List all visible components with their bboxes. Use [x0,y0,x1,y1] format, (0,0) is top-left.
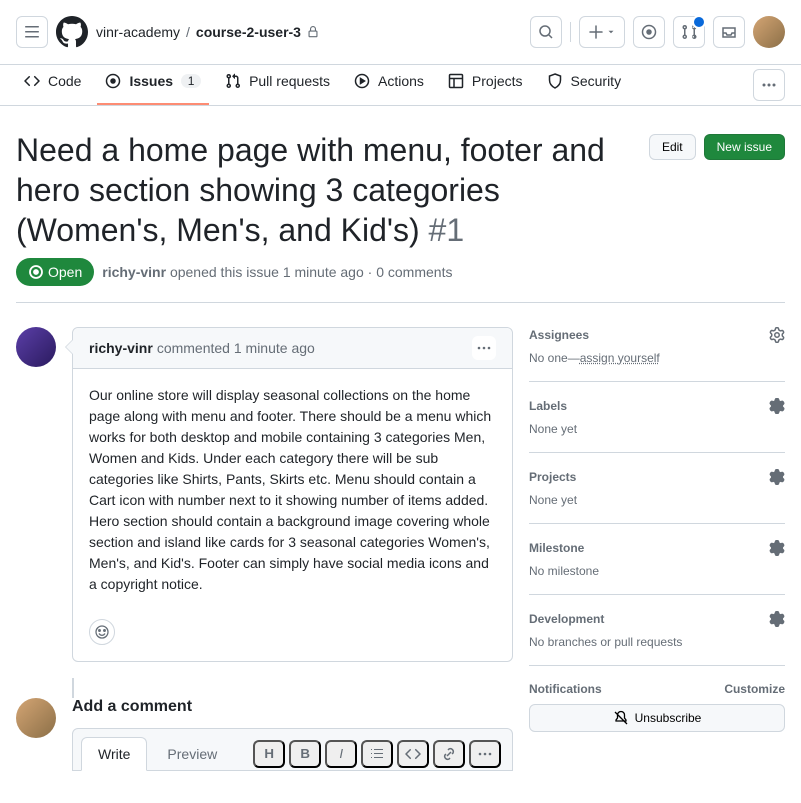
breadcrumb-owner[interactable]: vinr-academy [96,24,180,40]
issues-icon-button[interactable] [633,16,665,48]
assignees-value: No one—assign yourself [529,351,785,365]
timeline: richy-vinr commented 1 minute ago Our on… [16,327,513,771]
pull-requests-icon-button[interactable] [673,16,705,48]
tab-projects[interactable]: Projects [440,65,531,105]
comment-menu-button[interactable] [472,336,496,360]
assignees-heading: Assignees [529,328,589,342]
inbox-button[interactable] [713,16,745,48]
app-header: vinr-academy / course-2-user-3 [0,0,801,65]
more-tabs-button[interactable] [753,69,785,101]
more-tools-button[interactable] [469,740,501,768]
milestone-value: No milestone [529,564,785,578]
tab-security-label: Security [571,73,622,89]
projects-heading: Projects [529,470,576,484]
state-badge: Open [16,258,94,286]
hamburger-menu-button[interactable] [16,16,48,48]
user-avatar[interactable] [753,16,785,48]
labels-value: None yet [529,422,785,436]
customize-link[interactable]: Customize [724,682,785,696]
development-value: No branches or pull requests [529,635,785,649]
comment-editor-tabs: Write Preview H B I [72,728,513,771]
preview-tab[interactable]: Preview [151,738,233,770]
code-tool-icon[interactable] [397,740,429,768]
gear-icon[interactable] [769,540,785,556]
tab-pulls-label: Pull requests [249,73,330,89]
new-issue-button[interactable]: New issue [704,134,785,160]
add-reaction-button[interactable] [89,619,115,645]
my-avatar[interactable] [16,698,56,738]
projects-value: None yet [529,493,785,507]
comment-author[interactable]: richy-vinr [89,340,153,356]
link-tool-icon[interactable] [433,740,465,768]
tab-actions-label: Actions [378,73,424,89]
comment-time: 1 minute ago [234,340,315,356]
breadcrumb-separator: / [186,24,190,40]
header-actions [530,16,785,48]
gear-icon[interactable] [769,611,785,627]
tab-issues-label: Issues [129,73,173,89]
main-content: Need a home page with menu, footer and h… [0,106,801,795]
gear-icon[interactable] [769,398,785,414]
list-tool-icon[interactable] [361,740,393,768]
unsubscribe-button[interactable]: Unsubscribe [529,704,785,732]
tab-code-label: Code [48,73,81,89]
gear-icon[interactable] [769,469,785,485]
comment-avatar[interactable] [16,327,56,367]
milestone-heading: Milestone [529,541,584,555]
issue-sidebar: Assignees No one—assign yourself Labels … [529,327,785,771]
notifications-heading: Notifications [529,682,602,696]
bold-tool-icon[interactable]: B [289,740,321,768]
tab-security[interactable]: Security [539,65,630,105]
tab-projects-label: Projects [472,73,523,89]
lock-icon [307,25,319,39]
search-button[interactable] [530,16,562,48]
heading-tool-icon[interactable]: H [253,740,285,768]
issue-meta: Open richy-vinr opened this issue 1 minu… [16,258,785,303]
tab-actions[interactable]: Actions [346,65,432,105]
italic-tool-icon[interactable]: I [325,740,357,768]
assign-yourself-link[interactable]: assign yourself [580,351,660,365]
edit-button[interactable]: Edit [649,134,696,160]
tab-code[interactable]: Code [16,65,89,105]
create-new-button[interactable] [579,16,625,48]
write-tab[interactable]: Write [81,737,147,771]
tab-pull-requests[interactable]: Pull requests [217,65,338,105]
breadcrumb: vinr-academy / course-2-user-3 [96,24,522,40]
issue-title: Need a home page with menu, footer and h… [16,130,633,250]
gear-icon[interactable] [769,327,785,343]
bell-slash-icon [613,710,629,726]
comment-box: richy-vinr commented 1 minute ago Our on… [72,327,513,662]
labels-heading: Labels [529,399,567,413]
repo-nav: Code Issues 1 Pull requests Actions Proj… [0,65,801,106]
add-comment-heading: Add a comment [72,698,513,716]
development-heading: Development [529,612,604,626]
comment-body: Our online store will display seasonal c… [73,369,512,611]
issues-count-badge: 1 [181,74,201,88]
github-logo-icon[interactable] [56,16,88,48]
issue-number: #1 [429,212,465,248]
breadcrumb-repo[interactable]: course-2-user-3 [196,24,301,40]
tab-issues[interactable]: Issues 1 [97,65,209,105]
issue-author[interactable]: richy-vinr [102,264,166,280]
